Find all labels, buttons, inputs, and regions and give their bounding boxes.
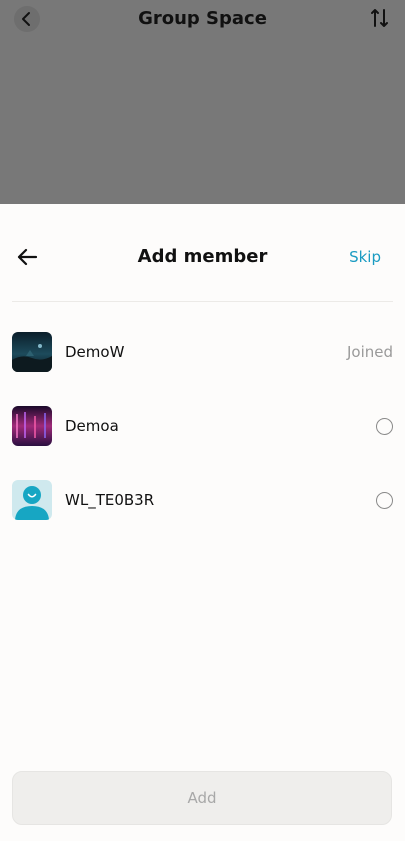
avatar [12,480,52,520]
avatar [12,406,52,446]
member-name: DemoW [65,343,125,361]
sheet-header: Add member Skip [12,204,393,302]
select-radio[interactable] [376,417,393,435]
member-row: DemoW Joined [12,332,393,372]
member-row[interactable]: Demoa [12,406,393,446]
joined-label: Joined [346,343,393,361]
sort-icon [371,9,388,27]
background-page-header: Group Space [0,0,405,204]
avatar [12,332,52,372]
add-member-sheet: Add member Skip DemoW Joined Demoa WL_TE… [0,204,405,841]
select-radio[interactable] [376,491,393,509]
background-title: Group Space [138,8,267,29]
add-button[interactable]: Add [12,771,392,825]
sheet-title: Add member [137,246,268,267]
member-row[interactable]: WL_TE0B3R [12,480,393,520]
skip-button[interactable]: Skip [349,248,381,266]
member-name: WL_TE0B3R [65,491,155,509]
member-name: Demoa [65,417,119,435]
